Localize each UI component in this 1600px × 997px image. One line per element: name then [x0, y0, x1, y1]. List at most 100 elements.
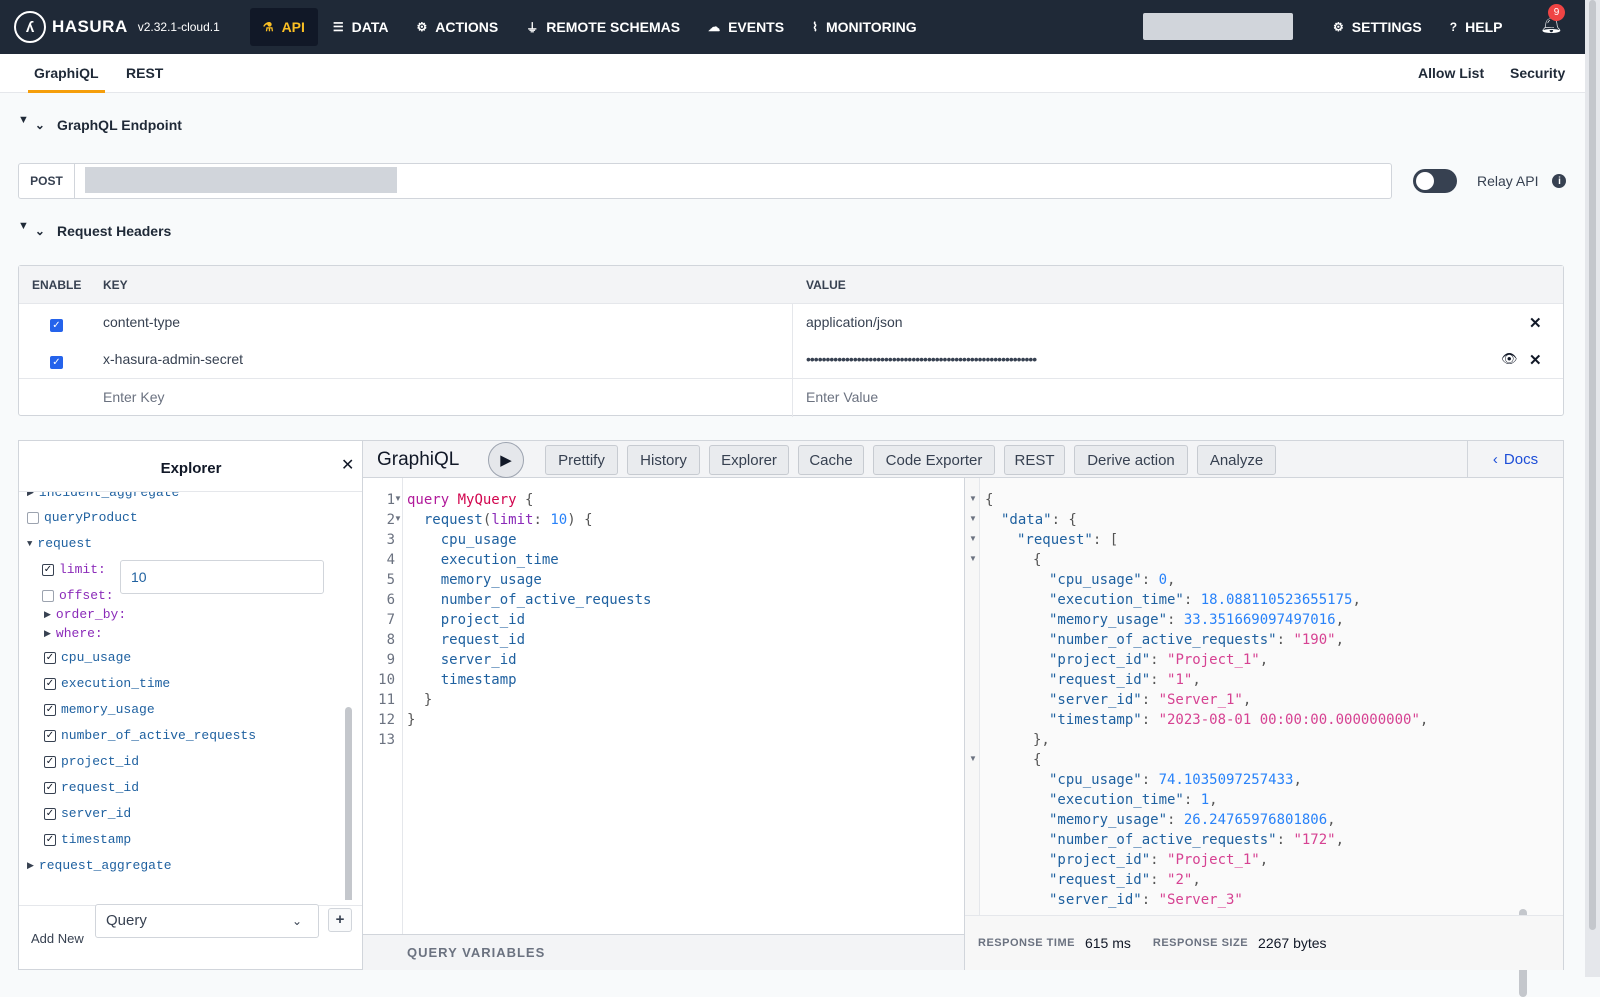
- info-icon[interactable]: i: [1552, 174, 1567, 188]
- value-input[interactable]: Enter Value: [806, 389, 878, 405]
- add-operation-button[interactable]: +: [328, 908, 352, 932]
- operation-type-select[interactable]: Query ⌄: [95, 904, 319, 938]
- code-exporter-button[interactable]: Code Exporter: [873, 445, 995, 475]
- line-number: 9: [386, 652, 395, 668]
- result-token: "2023-08-01 00:00:00.000000000": [1158, 712, 1420, 728]
- result-token: ,: [1192, 872, 1201, 888]
- field-checkbox[interactable]: ✓: [44, 755, 56, 768]
- header-value[interactable]: application/json: [806, 314, 903, 330]
- field-memory-usage[interactable]: ✓ memory_usage: [44, 702, 155, 717]
- arg-limit[interactable]: ✓ limit:: [42, 562, 106, 577]
- nav-api[interactable]: ⚗ API: [249, 8, 318, 46]
- hasura-logo[interactable]: ʎ HASURA v2.32.1-cloud.1: [14, 11, 220, 43]
- arg-where[interactable]: ▶ where:: [44, 626, 103, 641]
- tree-item-request-aggregate[interactable]: ▶ request_aggregate: [27, 858, 172, 873]
- nav-actions[interactable]: ⚙ ACTIONS: [403, 8, 511, 46]
- code-punct: :: [533, 512, 542, 528]
- tree-item-request[interactable]: ▼ request: [27, 536, 92, 551]
- field-checkbox[interactable]: ✓: [44, 651, 56, 664]
- page-scrollbar-thumb[interactable]: [1589, 0, 1596, 930]
- arg-offset[interactable]: offset:: [42, 588, 114, 603]
- nav-monitoring[interactable]: ⌇ MONITORING: [799, 8, 930, 46]
- arg-label: order_by:: [55, 607, 127, 622]
- header-value[interactable]: ••••••••••••••••••••••••••••••••••••••••…: [806, 351, 1037, 367]
- header-key[interactable]: content-type: [103, 314, 180, 330]
- response-time-label: RESPONSE TIME: [978, 937, 1075, 949]
- fold-arrow-icon[interactable]: ▼: [969, 494, 977, 503]
- field-checkbox[interactable]: ✓: [44, 833, 56, 846]
- field-server-id[interactable]: ✓ server_id: [44, 806, 131, 821]
- result-token: ,: [1419, 712, 1429, 728]
- fold-arrow-icon[interactable]: ▼: [394, 514, 402, 523]
- page-scrollbar[interactable]: [1585, 0, 1600, 977]
- field-number-of-active-requests[interactable]: ✓ number_of_active_requests: [44, 728, 256, 743]
- field-request-id[interactable]: ✓ request_id: [44, 780, 139, 795]
- derive-action-button[interactable]: Derive action: [1074, 445, 1188, 475]
- result-token: ,: [1259, 852, 1269, 868]
- endpoint-url-redacted[interactable]: [85, 167, 397, 193]
- nav-settings[interactable]: ⚙ SETTINGS: [1320, 8, 1435, 46]
- fold-arrow-icon[interactable]: ▼: [394, 494, 402, 503]
- nav-data[interactable]: ☰ DATA: [320, 8, 402, 46]
- nav-events[interactable]: ☁ EVENTS: [695, 8, 797, 46]
- query-variables-toggle[interactable]: QUERY VARIABLES: [363, 934, 965, 970]
- close-icon[interactable]: ✕: [341, 455, 354, 475]
- remove-header-icon[interactable]: ✕: [1529, 314, 1542, 332]
- remove-header-icon[interactable]: ✕: [1529, 351, 1542, 369]
- tab-security[interactable]: Security: [1510, 54, 1565, 93]
- fold-arrow-icon[interactable]: ▼: [969, 754, 977, 763]
- request-headers-toggle[interactable]: ▼ ⌄ Request Headers: [18, 220, 171, 239]
- tab-rest[interactable]: REST: [126, 54, 163, 93]
- rest-button[interactable]: REST: [1004, 445, 1065, 475]
- field-project-id[interactable]: ✓ project_id: [44, 754, 139, 769]
- field-execution-time[interactable]: ✓ execution_time: [44, 676, 170, 691]
- analyze-button[interactable]: Analyze: [1197, 445, 1276, 475]
- line-number: 6: [386, 592, 395, 608]
- nav-remote-schemas-label: REMOTE SCHEMAS: [546, 19, 681, 35]
- fold-arrow-icon[interactable]: ▼: [969, 534, 977, 543]
- tree-item-incident-aggregate[interactable]: ▶ incident_aggregate: [27, 492, 179, 500]
- graphql-endpoint-toggle[interactable]: ▼ ⌄ GraphQL Endpoint: [18, 114, 182, 133]
- history-button[interactable]: History: [627, 445, 700, 475]
- nav-help[interactable]: ? HELP: [1437, 8, 1516, 46]
- field-checkbox[interactable]: [27, 511, 39, 524]
- arg-order-by[interactable]: ▶ order_by:: [44, 607, 126, 622]
- result-token: "memory_usage": [1049, 812, 1168, 828]
- fold-arrow-icon[interactable]: ▼: [969, 514, 977, 523]
- docs-button[interactable]: ‹ Docs: [1467, 441, 1563, 477]
- field-label: execution_time: [61, 676, 171, 691]
- eye-icon[interactable]: 👁︎: [1501, 351, 1518, 367]
- field-timestamp[interactable]: ✓ timestamp: [44, 832, 131, 847]
- tree-item-queryproduct[interactable]: queryProduct: [27, 510, 138, 525]
- tab-allow-list[interactable]: Allow List: [1418, 54, 1484, 93]
- prettify-button[interactable]: Prettify: [545, 445, 618, 475]
- field-cpu-usage[interactable]: ✓ cpu_usage: [44, 650, 131, 665]
- field-checkbox[interactable]: ✓: [44, 677, 56, 690]
- field-checkbox[interactable]: ✓: [44, 807, 56, 820]
- result-token: :: [1150, 652, 1168, 668]
- arg-checkbox[interactable]: ✓: [42, 563, 54, 576]
- limit-input[interactable]: 10: [120, 560, 324, 594]
- field-label: timestamp: [61, 832, 132, 847]
- result-line: },: [1033, 730, 1050, 750]
- query-editor[interactable]: 1 2 3 4 5 6 7 8 9 10 11 12 13 ▼ ▼ query MyQuery { re…: [363, 478, 965, 934]
- explorer-button[interactable]: Explorer: [709, 445, 789, 475]
- tab-graphiql[interactable]: GraphiQL: [28, 54, 105, 93]
- arg-checkbox[interactable]: [42, 589, 54, 602]
- result-viewer[interactable]: {▼ "data": {▼ "request": [▼{▼ "cpu_usage": …: [965, 478, 1563, 915]
- explorer-scrollbar[interactable]: [345, 707, 352, 900]
- relay-api-toggle[interactable]: [1413, 169, 1457, 193]
- cache-button[interactable]: Cache: [798, 445, 864, 475]
- field-checkbox[interactable]: ✓: [44, 781, 56, 794]
- execute-query-button[interactable]: ▶: [488, 442, 524, 478]
- enable-checkbox[interactable]: ✓: [50, 319, 63, 332]
- header-key[interactable]: x-hasura-admin-secret: [103, 351, 243, 367]
- field-checkbox[interactable]: ✓: [44, 729, 56, 742]
- fold-arrow-icon[interactable]: ▼: [969, 554, 977, 563]
- nav-events-label: EVENTS: [728, 19, 785, 35]
- field-checkbox[interactable]: ✓: [44, 703, 56, 716]
- code-line-1: query MyQuery {: [407, 490, 533, 510]
- enable-checkbox[interactable]: ✓: [50, 356, 63, 369]
- nav-remote-schemas[interactable]: ⏚ REMOTE SCHEMAS: [513, 8, 693, 46]
- key-input[interactable]: Enter Key: [103, 389, 164, 405]
